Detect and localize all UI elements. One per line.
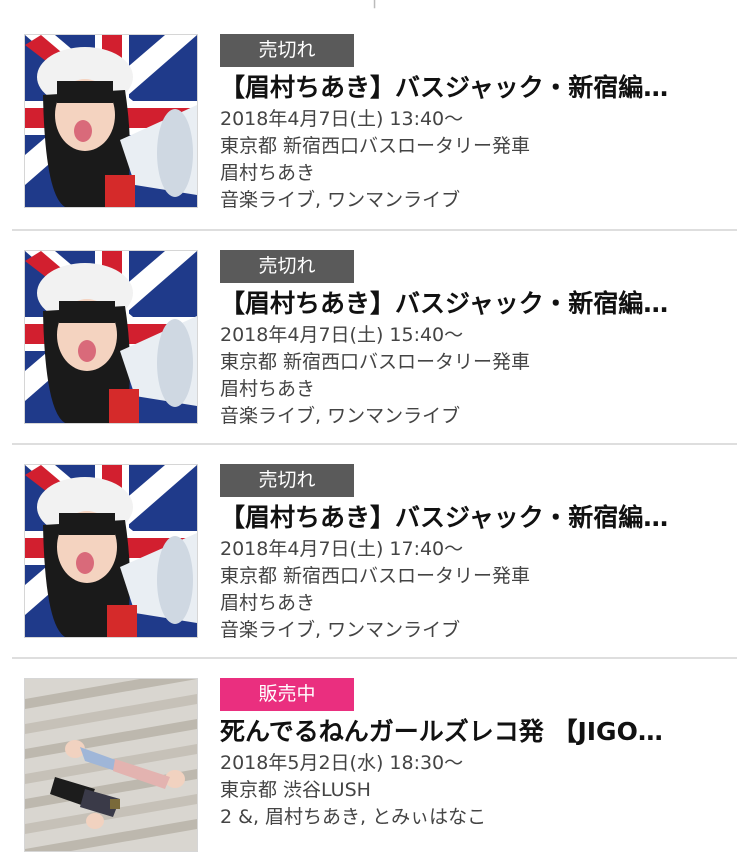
event-venue: 東京都 新宿西口バスロータリー発車 [220, 351, 531, 373]
status-badge: 売切れ [220, 250, 354, 283]
event-datetime: 2018年4月7日(土) 13:40〜 [220, 108, 464, 130]
event-thumbnail[interactable] [24, 678, 198, 852]
event-list-item[interactable]: 売切れ 【眉村ちあき】バスジャック・新宿編… 2018年4月7日(土) 15:4… [12, 250, 737, 445]
event-performers: 2 &, 眉村ちあき, とみぃはなこ [220, 806, 487, 828]
event-venue: 東京都 渋谷LUSH [220, 779, 371, 801]
status-badge: 売切れ [220, 34, 354, 67]
event-performers: 眉村ちあき [220, 592, 316, 614]
event-datetime: 2018年4月7日(土) 17:40〜 [220, 538, 464, 560]
top-tabs: | [0, 0, 749, 10]
event-thumbnail[interactable] [24, 464, 198, 638]
event-thumbnail[interactable] [24, 34, 198, 208]
event-venue: 東京都 新宿西口バスロータリー発車 [220, 135, 531, 157]
event-performers: 眉村ちあき [220, 378, 316, 400]
event-title[interactable]: 【眉村ちあき】バスジャック・新宿編… [220, 288, 730, 320]
event-genre: 音楽ライブ, ワンマンライブ [220, 619, 461, 641]
status-badge: 売切れ [220, 464, 354, 497]
event-list-item[interactable]: 売切れ 【眉村ちあき】バスジャック・新宿編… 2018年4月7日(土) 13:4… [12, 34, 737, 231]
event-title[interactable]: 【眉村ちあき】バスジャック・新宿編… [220, 502, 730, 534]
event-title[interactable]: 死んでるねんガールズレコ発 【JIGO… [220, 716, 730, 748]
event-datetime: 2018年5月2日(水) 18:30〜 [220, 752, 464, 774]
event-performers: 眉村ちあき [220, 162, 316, 184]
status-badge: 販売中 [220, 678, 354, 711]
tab-separator: | [371, 0, 377, 9]
event-genre: 音楽ライブ, ワンマンライブ [220, 189, 461, 211]
event-title[interactable]: 【眉村ちあき】バスジャック・新宿編… [220, 72, 730, 104]
event-datetime: 2018年4月7日(土) 15:40〜 [220, 324, 464, 346]
event-thumbnail[interactable] [24, 250, 198, 424]
event-list-item[interactable]: 販売中 死んでるねんガールズレコ発 【JIGO… 2018年5月2日(水) 18… [12, 678, 737, 868]
event-venue: 東京都 新宿西口バスロータリー発車 [220, 565, 531, 587]
event-genre: 音楽ライブ, ワンマンライブ [220, 405, 461, 427]
event-list-item[interactable]: 売切れ 【眉村ちあき】バスジャック・新宿編… 2018年4月7日(土) 17:4… [12, 464, 737, 659]
